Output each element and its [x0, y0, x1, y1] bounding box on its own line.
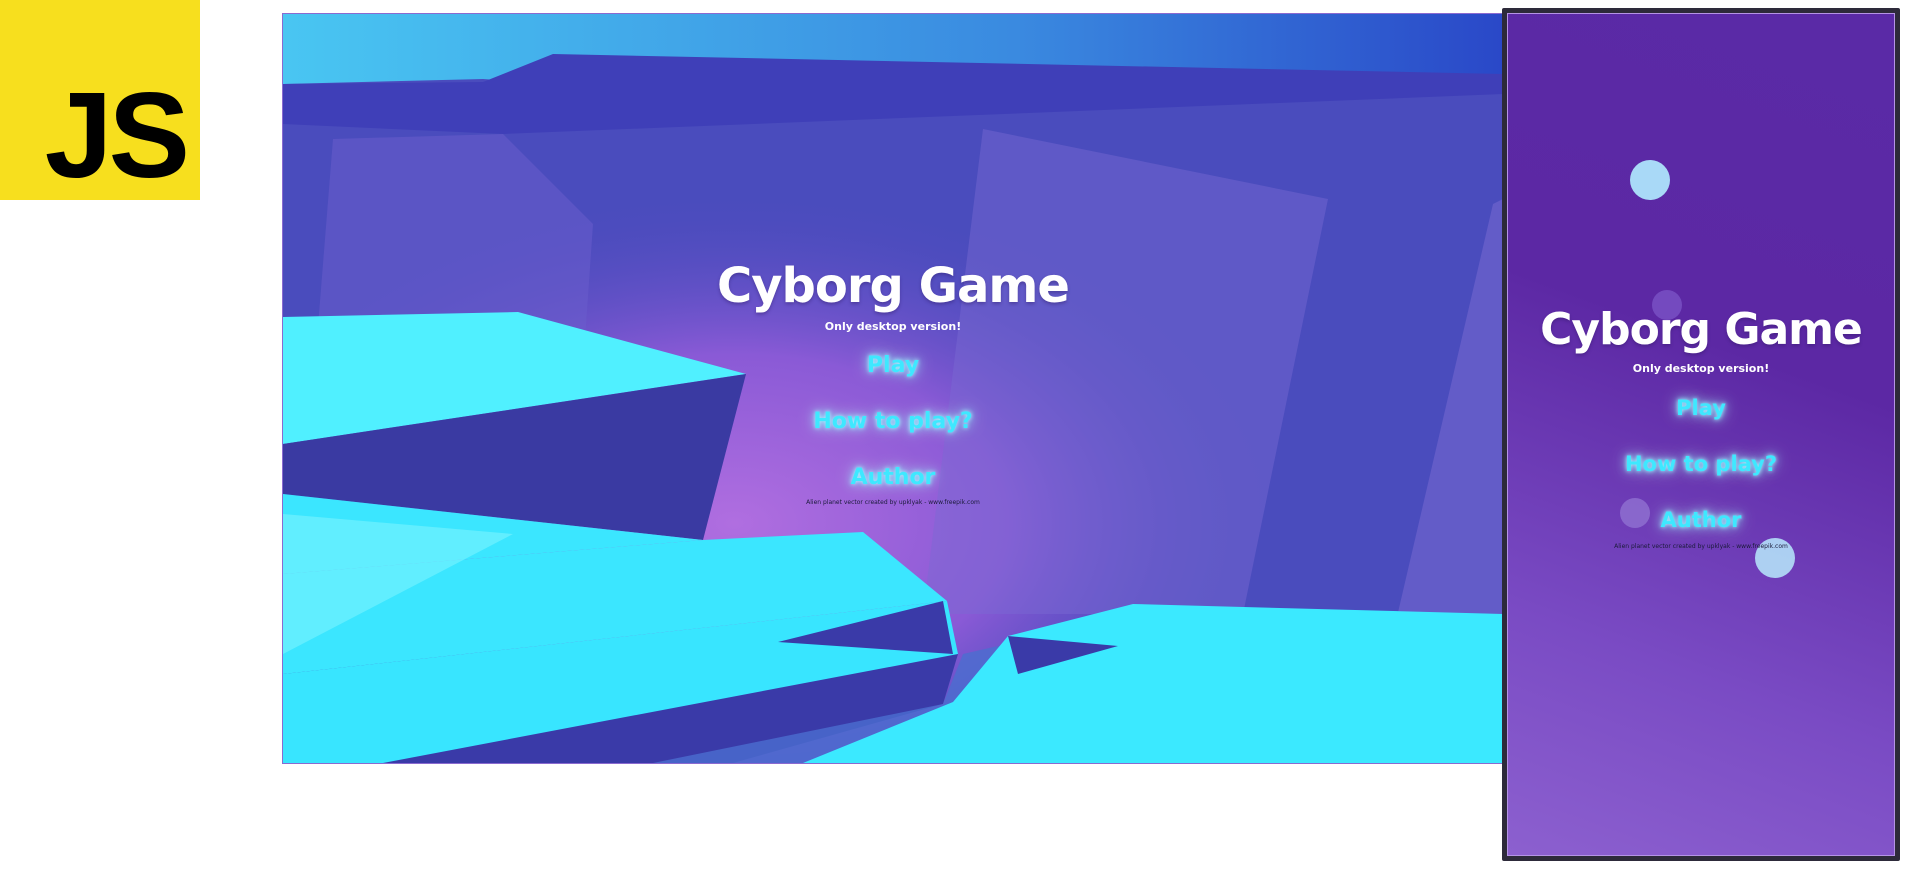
javascript-logo: JS: [0, 0, 200, 200]
author-button[interactable]: Author: [1508, 505, 1894, 535]
floating-bubble: [1630, 160, 1670, 200]
background-credit: Alien planet vector created by upklyak -…: [806, 499, 980, 506]
mobile-screen: Cyborg Game Only desktop version! Play H…: [1507, 13, 1895, 856]
mobile-preview: Cyborg Game Only desktop version! Play H…: [1502, 8, 1900, 861]
mobile-menu: Cyborg Game Only desktop version! Play H…: [1508, 304, 1894, 550]
play-button[interactable]: Play: [283, 351, 1503, 381]
author-button[interactable]: Author: [283, 463, 1503, 493]
how-to-play-button[interactable]: How to play?: [1508, 449, 1894, 479]
background-credit: Alien planet vector created by upklyak -…: [1614, 543, 1788, 550]
how-to-play-button[interactable]: How to play?: [283, 407, 1503, 437]
play-button[interactable]: Play: [1508, 393, 1894, 423]
game-title: Cyborg Game: [1540, 304, 1863, 355]
desktop-preview: Cyborg Game Only desktop version! Play H…: [282, 13, 1504, 764]
game-title: Cyborg Game: [717, 258, 1070, 314]
subtitle: Only desktop version!: [1632, 362, 1770, 375]
desktop-menu: Cyborg Game Only desktop version! Play H…: [283, 258, 1503, 506]
javascript-logo-text: JS: [44, 67, 190, 203]
subtitle: Only desktop version!: [824, 320, 962, 333]
